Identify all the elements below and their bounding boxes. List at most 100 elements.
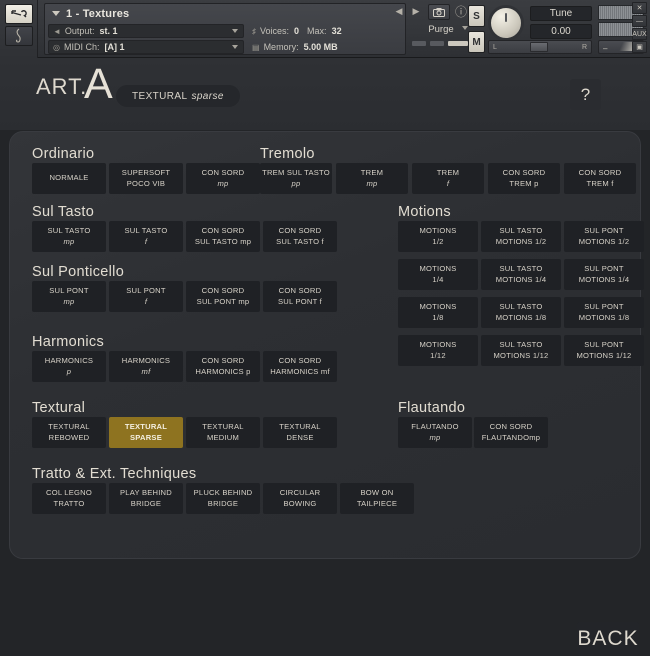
articulation-label-line2: MOTIONS 1/2 bbox=[495, 236, 547, 246]
articulation-label-line1: SUL TASTO bbox=[499, 302, 543, 312]
articulation-button[interactable]: CON SORD FLAUTANDOmp bbox=[474, 417, 548, 448]
articulation-label-line1: PLUCK BEHIND bbox=[193, 488, 253, 498]
articulation-button[interactable]: TEXTURAL MEDIUM bbox=[186, 417, 260, 448]
articulation-button[interactable]: CON SORD SUL TASTO mp bbox=[186, 221, 260, 252]
articulation-button[interactable]: TREM SUL TASTO pp bbox=[260, 163, 332, 194]
articulation-button[interactable]: SUPERSOFT POCO VIB bbox=[109, 163, 183, 194]
articulation-label-line1: SUL TASTO bbox=[499, 340, 543, 350]
articulation-button[interactable]: SUL PONT MOTIONS 1/4 bbox=[564, 259, 644, 290]
articulation-button[interactable]: COL LEGNO TRATTO bbox=[32, 483, 106, 514]
help-button[interactable]: ? bbox=[570, 79, 601, 110]
chevron-down-icon[interactable] bbox=[52, 11, 60, 16]
articulation-label-line1: SUL PONT bbox=[584, 264, 624, 274]
pan-handle[interactable] bbox=[530, 42, 549, 52]
articulation-button[interactable]: TEXTURAL DENSE bbox=[263, 417, 337, 448]
chevron-down-icon[interactable] bbox=[462, 26, 468, 30]
articulation-button[interactable]: SUL TASTO MOTIONS 1/8 bbox=[481, 297, 561, 328]
led-indicator-1 bbox=[412, 41, 426, 46]
articulation-button[interactable]: CON SORD HARMONICS mf bbox=[263, 351, 337, 382]
articulation-label-line1: NORMALE bbox=[49, 173, 89, 183]
articulation-button[interactable]: MOTIONS 1/2 bbox=[398, 221, 478, 252]
articulation-button[interactable]: CON SORD TREM p bbox=[488, 163, 560, 194]
articulation-button[interactable]: PLAY BEHIND BRIDGE bbox=[109, 483, 183, 514]
instrument-name-row[interactable]: 1 - Textures bbox=[45, 4, 405, 23]
articulation-button[interactable]: SUL PONT f bbox=[109, 281, 183, 312]
articulation-label-line2: 1/4 bbox=[432, 274, 444, 284]
current-articulation-pill[interactable]: TEXTURAL sparse bbox=[116, 85, 240, 107]
articulation-label-line2: POCO VIB bbox=[126, 178, 166, 188]
articulation-button[interactable]: CON SORD SUL TASTO f bbox=[263, 221, 337, 252]
articulation-label-line2: MOTIONS 1/8 bbox=[578, 312, 630, 322]
articulation-button[interactable]: MOTIONS 1/8 bbox=[398, 297, 478, 328]
articulation-button[interactable]: TREM f bbox=[412, 163, 484, 194]
aux-button[interactable]: AUX bbox=[632, 28, 647, 40]
left-tool-rail bbox=[0, 0, 38, 58]
articulation-button[interactable]: CON SORD SUL PONT mp bbox=[186, 281, 260, 312]
articulation-button[interactable]: SUL TASTO f bbox=[109, 221, 183, 252]
next-preset-arrow[interactable]: ▶ bbox=[409, 4, 423, 18]
articulation-label-line1: CON SORD bbox=[502, 168, 546, 178]
articulation-button[interactable]: TEXTURAL SPARSE bbox=[109, 417, 183, 448]
articulation-label-line2: MOTIONS 1/12 bbox=[576, 350, 632, 360]
articulation-button[interactable]: SUL TASTO MOTIONS 1/4 bbox=[481, 259, 561, 290]
camera-icon[interactable] bbox=[428, 4, 450, 20]
articulation-button[interactable]: TEXTURAL REBOWED bbox=[32, 417, 106, 448]
midi-icon: ◎ bbox=[53, 42, 60, 52]
articulation-label-line1: CON SORD bbox=[201, 286, 245, 296]
articulation-label-line1: TREM bbox=[360, 168, 384, 178]
output-selector[interactable]: ◄ Output: st. 1 bbox=[48, 24, 244, 38]
info-icon[interactable]: ⓘ bbox=[453, 3, 469, 19]
articulation-label-line2: HARMONICS p bbox=[195, 366, 251, 376]
art-label: ART. bbox=[36, 74, 88, 99]
view-toggle-icon[interactable]: ▣ bbox=[632, 41, 647, 53]
solo-button[interactable]: S bbox=[468, 5, 485, 27]
articulation-button[interactable]: CON SORD mp bbox=[186, 163, 260, 194]
articulation-label-line1: MOTIONS bbox=[419, 264, 457, 274]
tune-value[interactable]: 0.00 bbox=[530, 24, 592, 39]
articulation-button[interactable]: SUL PONT MOTIONS 1/2 bbox=[564, 221, 644, 252]
articulation-button[interactable]: MOTIONS 1/12 bbox=[398, 335, 478, 366]
treble-clef-icon[interactable] bbox=[5, 26, 33, 46]
current-articulation-name: TEXTURAL bbox=[132, 90, 188, 102]
articulation-button[interactable]: CON SORD SUL PONT f bbox=[263, 281, 337, 312]
articulation-button[interactable]: SUL TASTO mp bbox=[32, 221, 106, 252]
articulation-button[interactable]: SUL PONT mp bbox=[32, 281, 106, 312]
close-icon[interactable]: ✕ bbox=[632, 2, 647, 14]
articulation-button[interactable]: CON SORD TREM f bbox=[564, 163, 636, 194]
articulation-button[interactable]: CIRCULAR BOWING bbox=[263, 483, 337, 514]
section-title-tratto-ext-techniques: Tratto & Ext. Techniques bbox=[32, 466, 197, 482]
chevron-down-icon[interactable] bbox=[232, 29, 238, 33]
articulation-label-line1: SUL TASTO bbox=[124, 226, 168, 236]
articulation-button[interactable]: SUL PONT MOTIONS 1/8 bbox=[564, 297, 644, 328]
articulation-button[interactable]: TREM mp bbox=[336, 163, 408, 194]
articulation-label-line1: TREM bbox=[436, 168, 460, 178]
mute-button[interactable]: M bbox=[468, 31, 485, 53]
articulation-label-line1: MOTIONS bbox=[419, 302, 457, 312]
articulation-button[interactable]: SUL TASTO MOTIONS 1/2 bbox=[481, 221, 561, 252]
articulation-label-line1: MOTIONS bbox=[419, 226, 457, 236]
midi-channel-selector[interactable]: ◎ MIDI Ch: [A] 1 bbox=[48, 40, 244, 54]
articulation-button[interactable]: NORMALE bbox=[32, 163, 106, 194]
wrench-icon[interactable] bbox=[5, 4, 33, 24]
minimize-icon[interactable]: — bbox=[632, 15, 647, 27]
articulation-button[interactable]: HARMONICS mf bbox=[109, 351, 183, 382]
chevron-down-icon[interactable] bbox=[232, 45, 238, 49]
articulation-label-line1: MOTIONS bbox=[419, 340, 457, 350]
articulation-button[interactable]: HARMONICS p bbox=[32, 351, 106, 382]
pan-right-label: R bbox=[581, 43, 587, 51]
articulation-button[interactable]: FLAUTANDO mp bbox=[398, 417, 472, 448]
articulation-button[interactable]: MOTIONS 1/4 bbox=[398, 259, 478, 290]
articulation-button[interactable]: BOW ON TAILPIECE bbox=[340, 483, 414, 514]
pan-slider[interactable]: L R bbox=[488, 40, 592, 54]
host-header-bar: 1 - Textures ◄ Output: st. 1 ◎ MIDI Ch: … bbox=[0, 0, 650, 58]
back-button[interactable]: BACK bbox=[577, 622, 639, 656]
articulation-button[interactable]: SUL PONT MOTIONS 1/12 bbox=[564, 335, 644, 366]
articulation-label-line1: CON SORD bbox=[201, 356, 245, 366]
articulation-button[interactable]: SUL TASTO MOTIONS 1/12 bbox=[481, 335, 561, 366]
prev-preset-arrow[interactable]: ◀ bbox=[392, 4, 406, 18]
articulation-button[interactable]: CON SORD HARMONICS p bbox=[186, 351, 260, 382]
articulation-label-line2: f bbox=[446, 178, 450, 188]
articulation-label-line2: MEDIUM bbox=[206, 432, 240, 442]
tune-knob[interactable] bbox=[488, 5, 524, 41]
articulation-button[interactable]: PLUCK BEHIND BRIDGE bbox=[186, 483, 260, 514]
